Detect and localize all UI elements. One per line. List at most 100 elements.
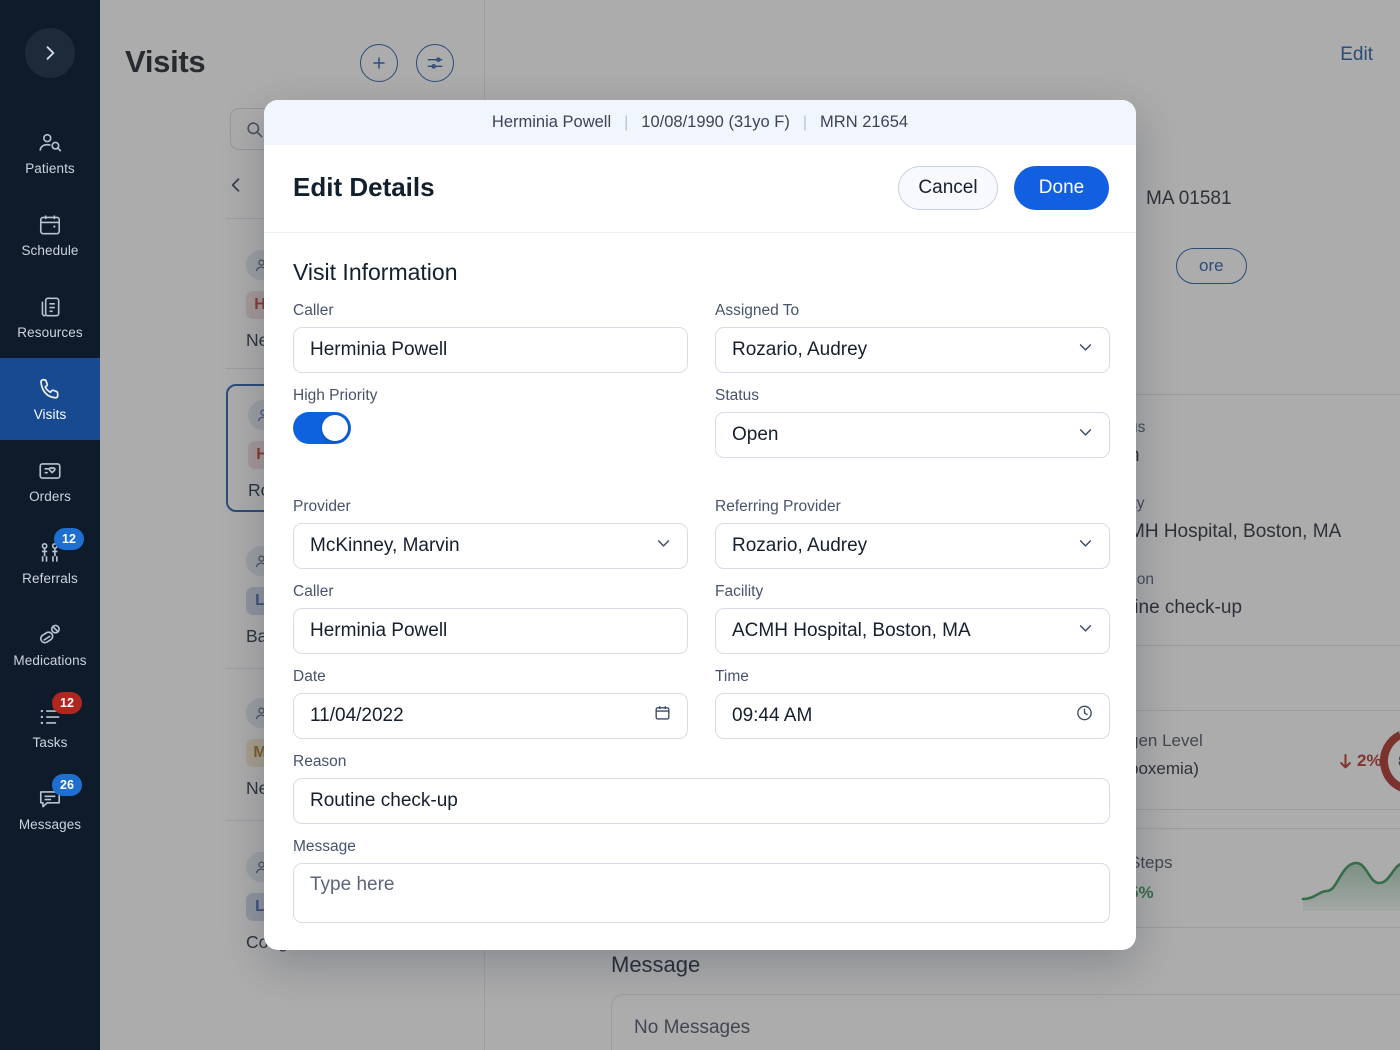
field-label: Caller: [293, 302, 688, 320]
sidebar-item-schedule[interactable]: Schedule: [0, 194, 100, 276]
field-value: ACMH Hospital, Boston, MA: [732, 620, 1093, 642]
toggle-knob: [322, 415, 348, 441]
sidebar-item-medications[interactable]: Medications: [0, 604, 100, 686]
caller-2-input[interactable]: Herminia Powell: [293, 608, 688, 654]
app-root: Visits Search: [0, 0, 1400, 1050]
plus-circle-icon: [369, 53, 389, 73]
edit-details-modal: Herminia Powell | 10/08/1990 (31yo F) | …: [264, 100, 1136, 950]
calendar-icon[interactable]: [653, 704, 672, 729]
filter-sliders-icon: [425, 53, 445, 73]
caller-input[interactable]: Herminia Powell: [293, 327, 688, 373]
chevron-down-icon: [1077, 424, 1094, 447]
chevron-right-icon: [40, 43, 60, 63]
chevron-down-icon: [1077, 339, 1094, 362]
modal-header: Edit Details Cancel Done: [264, 145, 1136, 233]
info-label: ity: [1129, 495, 1341, 513]
field-assigned-to: Assigned To Rozario, Audrey: [715, 302, 1110, 373]
modal-body: Visit Information Caller Herminia Powell…: [264, 233, 1136, 950]
sidebar-item-label: Visits: [34, 407, 67, 422]
patient-name: Herminia Powell: [492, 113, 611, 132]
search-icon: [245, 120, 264, 139]
tasks-badge: 12: [52, 692, 82, 714]
assigned-to-select[interactable]: Rozario, Audrey: [715, 327, 1110, 373]
sidebar-item-label: Orders: [29, 489, 71, 504]
field-label: Message: [293, 838, 1110, 856]
chevron-left-icon: [226, 174, 246, 196]
filter-visits-button[interactable]: [416, 44, 454, 82]
high-priority-toggle[interactable]: [293, 412, 351, 444]
field-provider: Provider McKinney, Marvin: [293, 498, 688, 569]
date-input[interactable]: 11/04/2022: [293, 693, 688, 739]
done-button[interactable]: Done: [1014, 166, 1109, 210]
reason-input[interactable]: Routine check-up: [293, 778, 1110, 824]
modal-title: Edit Details: [293, 172, 435, 203]
sidebar-nav: Patients Schedule Resources Visits: [0, 112, 100, 850]
field-value: 09:44 AM: [732, 705, 1093, 727]
kpi-subtitle: poxemia): [1129, 759, 1203, 779]
field-high-priority: High Priority: [293, 387, 688, 484]
sidebar-item-label: Medications: [13, 653, 86, 668]
field-facility: Facility ACMH Hospital, Boston, MA: [715, 583, 1110, 654]
message-section-title: Message: [611, 952, 700, 978]
field-label: Caller: [293, 583, 688, 601]
time-input[interactable]: 09:44 AM: [715, 693, 1110, 739]
clock-icon[interactable]: [1075, 704, 1094, 729]
resources-icon: [37, 294, 63, 320]
field-label: Time: [715, 668, 1110, 686]
steps-card: Steps 5%: [1106, 828, 1400, 928]
field-reason: Reason Routine check-up: [293, 753, 1110, 824]
field-caller-2: Caller Herminia Powell: [293, 583, 688, 654]
kpi-title: gen Level: [1129, 731, 1203, 751]
edit-link[interactable]: Edit: [1340, 44, 1373, 66]
field-label: Facility: [715, 583, 1110, 601]
referring-provider-select[interactable]: Rozario, Audrey: [715, 523, 1110, 569]
cancel-button[interactable]: Cancel: [898, 166, 998, 210]
field-label: High Priority: [293, 387, 688, 405]
field-value: Rozario, Audrey: [732, 339, 1093, 361]
field-label: Reason: [293, 753, 1110, 771]
separator: |: [803, 114, 807, 132]
status-select[interactable]: Open: [715, 412, 1110, 458]
sidebar-item-label: Messages: [19, 817, 81, 832]
patient-mrn: MRN 21654: [820, 113, 908, 132]
sidebar-item-label: Referrals: [22, 571, 78, 586]
add-visit-button[interactable]: [360, 44, 398, 82]
chevron-down-icon: [1077, 620, 1094, 643]
sidebar-item-label: Resources: [17, 325, 82, 340]
field-value: Herminia Powell: [310, 620, 671, 642]
provider-select[interactable]: McKinney, Marvin: [293, 523, 688, 569]
sidebar-expand-button[interactable]: [25, 28, 75, 78]
separator: |: [624, 114, 628, 132]
phone-icon: [37, 376, 63, 402]
section-title: Visit Information: [293, 259, 1107, 286]
message-textarea[interactable]: Type here: [293, 863, 1110, 923]
field-value: McKinney, Marvin: [310, 535, 671, 557]
field-referring-provider: Referring Provider Rozario, Audrey: [715, 498, 1110, 569]
facility-select[interactable]: ACMH Hospital, Boston, MA: [715, 608, 1110, 654]
field-message: Message Type here: [293, 838, 1110, 923]
oxygen-donut-chart: 85%: [1377, 725, 1400, 797]
patient-dob: 10/08/1990 (31yo F): [641, 113, 790, 132]
sidebar-item-patients[interactable]: Patients: [0, 112, 100, 194]
prev-day-button[interactable]: [226, 174, 246, 201]
field-label: Status: [715, 387, 1110, 405]
info-value: tine check-up: [1129, 597, 1242, 619]
sidebar-item-referrals[interactable]: 12 Referrals: [0, 522, 100, 604]
field-value: Rozario, Audrey: [732, 535, 1093, 557]
patients-icon: [37, 130, 63, 156]
message-empty-card: No Messages: [611, 994, 1400, 1050]
field-label: Provider: [293, 498, 688, 516]
chevron-down-icon: [655, 535, 672, 558]
messages-badge: 26: [52, 774, 82, 796]
sidebar-item-tasks[interactable]: 12 Tasks: [0, 686, 100, 768]
field-status: Status Open: [715, 387, 1110, 484]
field-label: Date: [293, 668, 688, 686]
sidebar-item-orders[interactable]: Orders: [0, 440, 100, 522]
sidebar-item-resources[interactable]: Resources: [0, 276, 100, 358]
sidebar-item-messages[interactable]: 26 Messages: [0, 768, 100, 850]
sidebar-item-visits[interactable]: Visits: [0, 358, 100, 440]
visit-info-card: us n ity MH Hospital, Boston, MA son tin…: [1106, 394, 1400, 646]
more-button[interactable]: ore: [1176, 248, 1247, 284]
field-caller-1: Caller Herminia Powell: [293, 302, 688, 373]
patient-address: MA 01581: [1146, 188, 1232, 210]
